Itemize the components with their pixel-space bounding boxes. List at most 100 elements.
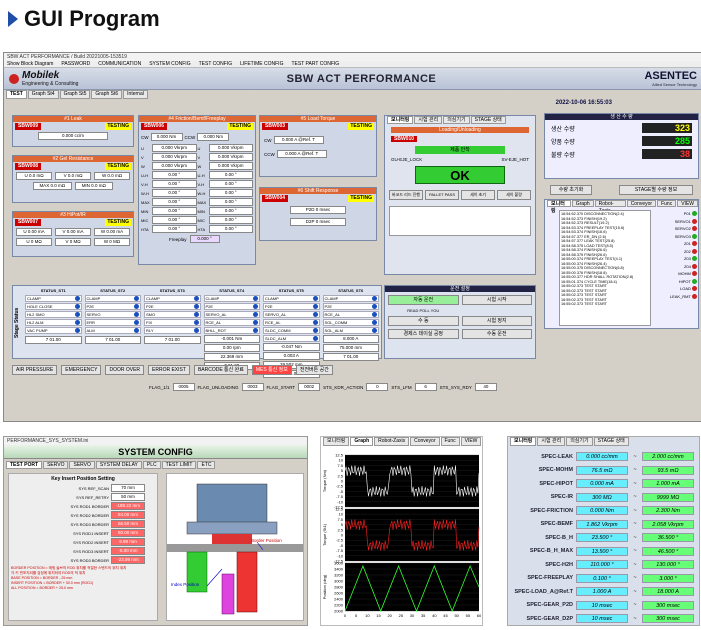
tab-2[interactable]: Graph St5 xyxy=(59,90,91,99)
spec-max-input[interactable]: 2.058 Vkrpm xyxy=(642,519,694,529)
loading-tab[interactable]: 모니터링 xyxy=(387,116,414,124)
spec-max-input[interactable]: 18.000 A xyxy=(642,587,694,596)
config-tab[interactable]: TEST PORT xyxy=(6,461,43,469)
menu-item[interactable]: LIFETIME CONFIG xyxy=(240,61,283,67)
config-tab[interactable]: TEST LIMIT xyxy=(161,461,197,469)
graph-tab[interactable]: 모니터링 xyxy=(323,437,350,446)
log-tab[interactable]: 모니터링 xyxy=(547,200,571,214)
status-button[interactable]: AIR PRESSURE xyxy=(12,365,58,375)
tab-3[interactable]: Graph St6 xyxy=(91,90,123,99)
menu-item[interactable]: SYSTEM CONFIG xyxy=(149,61,190,67)
menu-item[interactable]: PASSWORD xyxy=(61,61,90,67)
spec-tab[interactable]: STAGE 상태 xyxy=(593,437,629,446)
config-field-input[interactable]: 50.00 mm xyxy=(111,529,145,537)
status-button[interactable]: MES 통신 정보 xyxy=(251,365,292,375)
config-tab[interactable]: ETC xyxy=(197,461,216,469)
spec-max-input[interactable]: 300 msec xyxy=(642,600,694,610)
manual-run-button[interactable]: 수동 운전 xyxy=(461,329,532,339)
log-tab[interactable]: Conveyor xyxy=(626,200,657,207)
log-tab[interactable]: Robot-Zaxis xyxy=(594,200,626,214)
config-field-input[interactable]: 9.99 mm xyxy=(111,538,145,546)
stage-row-label: CLAMP xyxy=(265,296,279,301)
log-view-toggle[interactable]: VIEW xyxy=(677,200,698,207)
config-field-input[interactable]: 70 mm xyxy=(111,484,145,492)
spec-max-input[interactable]: 9999 MΩ xyxy=(642,492,694,502)
log-tab[interactable]: Func xyxy=(657,200,677,207)
spec-tab[interactable]: 의심기기 xyxy=(566,437,593,446)
spec-min-input[interactable]: 13.500 ° xyxy=(576,546,628,556)
menu-item[interactable]: Show Block Diagram xyxy=(7,61,53,67)
config-tab[interactable]: PLC xyxy=(142,461,161,469)
spec-min-input[interactable]: 0.000 cc/mm xyxy=(576,452,628,461)
loading-tab[interactable]: STAGE 상태 xyxy=(470,116,506,124)
config-tab[interactable]: SERVO xyxy=(43,461,69,469)
loading-tab[interactable]: 시험 관리 xyxy=(414,116,443,124)
spec-min-input[interactable]: 110.000 ° xyxy=(576,560,628,569)
config-field-input[interactable]: 50 mm xyxy=(111,493,145,501)
spec-max-input[interactable]: 2.000 cc/mm xyxy=(642,452,694,461)
spec-row: SPEC-MOHM 76.5 mΩ ~93.5 mΩ xyxy=(512,465,698,476)
spec-tab[interactable]: 모니터링 xyxy=(510,437,537,446)
graph-tab[interactable]: Conveyor xyxy=(410,437,440,446)
spec-min-input[interactable]: 23.500 ° xyxy=(576,533,628,542)
spec-min-input[interactable]: 0.000 Nm xyxy=(576,506,628,515)
spec-max-input[interactable]: 46.500 ° xyxy=(642,546,694,556)
friction-row-label: MIC xyxy=(197,217,205,223)
status-button[interactable]: 전전버튼 공간 xyxy=(295,365,333,375)
config-field-input[interactable]: -23.99 mm xyxy=(111,556,145,564)
test-start-button[interactable]: 시험 시작 xyxy=(461,295,532,305)
graph-tab[interactable]: Graph xyxy=(350,437,374,446)
spec-max-input[interactable]: 3.000 ° xyxy=(642,573,694,583)
config-tab[interactable]: SERVO xyxy=(69,461,95,469)
status-led-label: SERVO2 xyxy=(674,226,692,231)
loading-button[interactable]: PALLET PASS xyxy=(425,190,459,200)
status-button[interactable]: DOOR OVER xyxy=(105,365,145,375)
loading-button[interactable]: 세이 초기 xyxy=(461,190,495,200)
graph-tab[interactable]: Robot-Zaxis xyxy=(374,437,410,446)
status-button[interactable]: EMERGENCY xyxy=(61,365,102,375)
config-field-input[interactable]: -189.22 mm xyxy=(111,502,145,510)
spec-min-input[interactable]: 1.000 A xyxy=(576,587,628,596)
menu-item[interactable]: TEST PART CONFIG xyxy=(291,61,339,67)
spec-max-input[interactable]: 93.5 mΩ xyxy=(642,465,694,475)
spec-min-input[interactable]: 0.100 ° xyxy=(576,573,628,583)
config-field-input[interactable]: 84.00 mm xyxy=(111,511,145,519)
spec-min-input[interactable]: 0.000 mA xyxy=(576,479,628,488)
spec-max-input[interactable]: 1.000 mA xyxy=(642,479,694,488)
spec-min-input[interactable]: 1.862 Vkrpm xyxy=(576,519,628,529)
status-button[interactable]: BARCODE 통신 완료 xyxy=(193,365,248,375)
spec-min-input[interactable]: 10 msec xyxy=(576,614,628,623)
manual-button[interactable]: 수 동 xyxy=(388,316,459,326)
stage-count-button[interactable]: STAGE별 수량 정보 xyxy=(619,185,693,195)
tab-1[interactable]: Graph St4 xyxy=(27,90,59,99)
status-led-row: SERVO2 xyxy=(655,225,697,233)
power-icon[interactable] xyxy=(9,73,19,84)
status-button[interactable]: ERROR EXIST xyxy=(148,365,190,375)
auto-run-button[interactable]: 자동 운전 xyxy=(388,295,459,305)
spec-max-input[interactable]: 300 msec xyxy=(642,614,694,623)
loading-tab[interactable]: 의심기기 xyxy=(443,116,470,124)
config-field-input[interactable]: 66.50 mm xyxy=(111,520,145,528)
config-tab[interactable]: SYSTEM DELAY xyxy=(95,461,142,469)
test-stop-button[interactable]: 시험 정지 xyxy=(461,316,532,326)
tab-0[interactable]: TEST xyxy=(6,90,27,99)
reset-count-button[interactable]: 수량 초기화 xyxy=(550,185,592,195)
spec-min-input[interactable]: 10 msec xyxy=(576,600,628,610)
loading-button[interactable]: 바코드 리드 진행 xyxy=(389,190,423,200)
spec-min-input[interactable]: 300 MΩ xyxy=(576,492,628,502)
graph-tab[interactable]: VIEW xyxy=(460,437,482,446)
spec-tab[interactable]: 시험 관리 xyxy=(537,437,566,446)
log-list[interactable]: 16:54:52.370 DISCONNECTION(2.4) 16:54:52.… xyxy=(559,210,651,326)
menu-item[interactable]: COMMUNICATION xyxy=(98,61,141,67)
spec-max-input[interactable]: 130.000 ° xyxy=(642,560,694,569)
config-field-input[interactable]: -5.00 mm xyxy=(111,547,145,555)
graph-tab[interactable]: Func xyxy=(440,437,460,446)
spec-max-input[interactable]: 36.500 ° xyxy=(642,533,694,542)
loading-button[interactable]: 세이 불량 xyxy=(497,190,531,200)
spec-min-input[interactable]: 76.5 mΩ xyxy=(576,465,628,475)
reset-button[interactable]: 경제스 데이실 공정 xyxy=(388,329,459,339)
spec-max-input[interactable]: 2.300 Nm xyxy=(642,506,694,515)
menu-item[interactable]: TEST CONFIG xyxy=(199,61,233,67)
log-tab[interactable]: Graph xyxy=(571,200,594,207)
tab-4[interactable]: Internal xyxy=(123,90,148,99)
